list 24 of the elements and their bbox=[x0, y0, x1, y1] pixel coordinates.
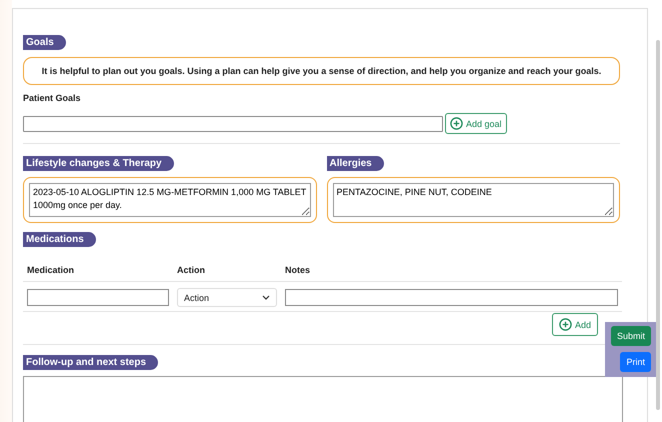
chevron-down-icon bbox=[262, 295, 270, 300]
field-label: Patient Goals bbox=[23, 93, 82, 103]
notes-input[interactable] bbox=[285, 289, 618, 306]
patient-goal-input[interactable] bbox=[23, 116, 443, 132]
submit-button[interactable]: Submit bbox=[610, 326, 651, 346]
column-header: Notes bbox=[281, 257, 622, 282]
lifestyle-textarea[interactable]: 2023-05-10 ALOGLIPTIN 12.5 MG-METFORMIN 1,000 MG TABLET 1000mg once per day. bbox=[29, 183, 310, 217]
action-dropdown[interactable]: Action bbox=[177, 288, 277, 307]
column-header: Medication bbox=[23, 257, 173, 282]
plus-circle-icon bbox=[558, 318, 572, 331]
section-heading: Lifestyle changes & Therapy bbox=[23, 156, 174, 171]
plus-circle-icon bbox=[450, 117, 463, 130]
column-header: Action bbox=[173, 257, 281, 282]
section-heading: Medications bbox=[23, 232, 96, 247]
follow-up-textarea[interactable] bbox=[23, 376, 623, 422]
add-medication-button[interactable]: Add bbox=[552, 313, 598, 336]
allergies-textarea[interactable]: PENTAZOCINE, PINE NUT, CODEINE bbox=[332, 183, 614, 217]
add-goal-button[interactable]: Add goal bbox=[445, 113, 507, 134]
section-heading: Follow-up and next steps bbox=[23, 355, 158, 370]
section-heading: Allergies bbox=[326, 156, 384, 171]
goals-info-message: It is helpful to plan out you goals. Using a plan can help give you a sense of direction, and help you organize and reach your goals. bbox=[23, 57, 620, 85]
section-heading: Goals bbox=[23, 35, 66, 50]
medication-input[interactable] bbox=[27, 289, 169, 306]
print-button[interactable]: Print bbox=[620, 352, 651, 372]
